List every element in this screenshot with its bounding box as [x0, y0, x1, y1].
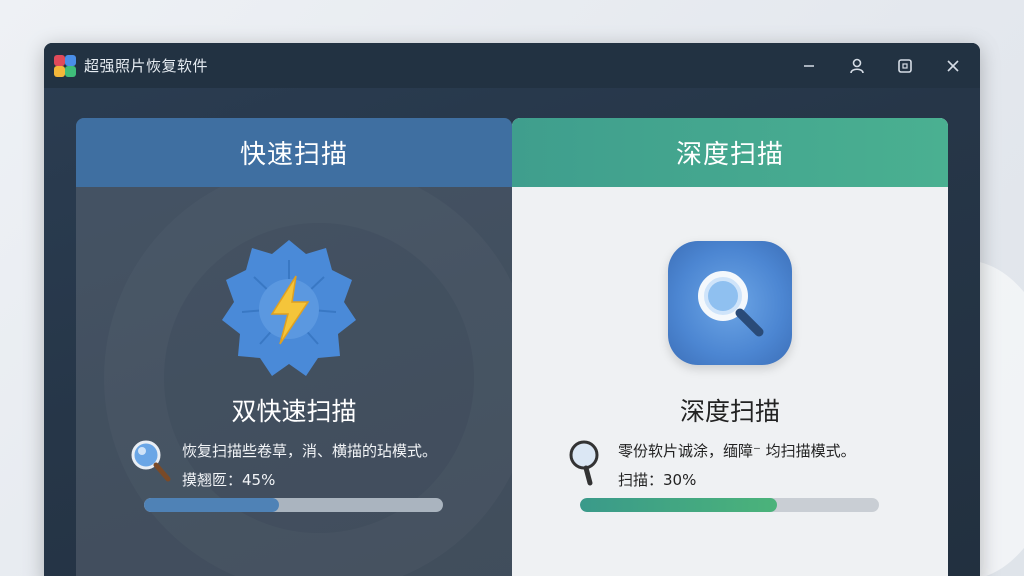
deep-scan-progress-label: 扫描：30% — [618, 471, 697, 489]
deep-scan-app-icon — [668, 241, 792, 365]
quick-scan-progress-label: 摸翘匢：45% — [182, 471, 276, 489]
deep-scan-header[interactable]: 深度扫描 — [512, 118, 948, 187]
quick-scan-progress-bar — [144, 498, 443, 512]
deep-scan-mode-title: 深度扫描 — [679, 397, 780, 426]
deep-scan-description: 零份软片诚涂，缅障⁻ 均扫描模式。 — [618, 442, 856, 460]
lightning-gear-icon — [222, 240, 356, 376]
quick-scan-mode-title: 双快速扫描 — [231, 397, 357, 426]
quick-scan-description-row: 恢复扫描些卷草，消、横描的玷模式。 摸翘匢：45% — [128, 437, 437, 495]
deep-scan-progress-bar — [580, 498, 879, 512]
close-icon — [947, 59, 959, 72]
app-title: 超强照片恢复软件 — [84, 57, 209, 75]
deep-scan-card[interactable]: 深度扫描 深度扫描 零份软片诚涂，缅障⁻ 均扫描模式。 扫描：30% — [512, 118, 948, 576]
quick-scan-description: 恢复扫描些卷草，消、横描的玷模式。 — [182, 442, 438, 460]
deep-scan-description-row: 零份软片诚涂，缅障⁻ 均扫描模式。 扫描：30% — [564, 437, 856, 495]
window-controls — [792, 51, 970, 81]
title-bar: 超强照片恢复软件 — [44, 43, 980, 88]
minimize-icon — [804, 64, 814, 67]
maximize-button[interactable] — [888, 51, 922, 81]
quick-scan-progress-fill — [144, 498, 279, 512]
quick-scan-header[interactable]: 快速扫描 — [76, 118, 512, 187]
close-button[interactable] — [936, 51, 970, 81]
deep-scan-progress-fill — [580, 498, 778, 512]
quick-scan-card[interactable]: 快速扫描 双快速扫描 恢复扫描些卷草，消、横描的玷模式。 摸翘匢：45% — [76, 118, 512, 576]
user-icon — [850, 58, 864, 73]
account-button[interactable] — [840, 51, 874, 81]
magnifier-icon — [569, 440, 599, 486]
app-window: 超强照片恢复软件 快速扫描 双快速扫描 恢复扫描些卷草，消、横描的玷模式。 摸翘… — [44, 43, 980, 576]
magnifier-icon — [698, 271, 764, 337]
app-logo-icon — [54, 54, 76, 77]
magnifier-icon — [131, 440, 171, 482]
maximize-icon — [898, 58, 912, 73]
minimize-button[interactable] — [792, 51, 826, 81]
